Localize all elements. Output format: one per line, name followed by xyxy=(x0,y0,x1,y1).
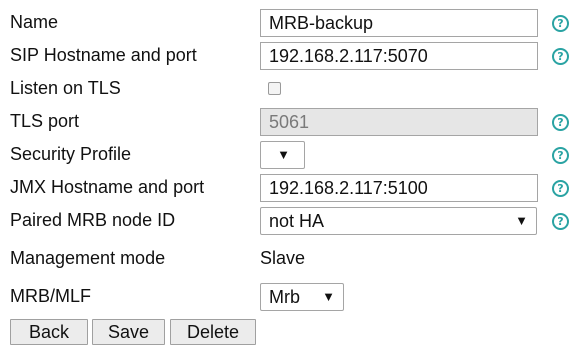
paired-node-row: Paired MRB node ID not HA ▼ ? xyxy=(0,204,569,237)
management-mode-label: Management mode xyxy=(10,248,166,268)
help-icon[interactable]: ? xyxy=(552,147,569,164)
security-profile-select[interactable]: ▼ xyxy=(260,141,305,169)
jmx-label: JMX Hostname and port xyxy=(10,177,205,197)
tls-listen-checkbox[interactable] xyxy=(268,82,281,95)
tls-listen-label: Listen on TLS xyxy=(10,78,121,98)
name-input[interactable]: MRB-backup xyxy=(260,9,538,37)
chevron-down-icon: ▼ xyxy=(322,289,335,304)
back-button[interactable]: Back xyxy=(10,319,88,345)
mrb-mlf-label: MRB/MLF xyxy=(10,286,91,306)
chevron-down-icon: ▼ xyxy=(277,147,290,162)
paired-node-label: Paired MRB node ID xyxy=(10,210,176,230)
name-row: Name MRB-backup ? xyxy=(0,6,569,39)
mrb-mlf-value: Mrb xyxy=(269,287,300,307)
help-icon[interactable]: ? xyxy=(552,15,569,32)
sip-hostname-input[interactable]: 192.168.2.117:5070 xyxy=(260,42,538,70)
help-icon[interactable]: ? xyxy=(552,48,569,65)
paired-node-value: not HA xyxy=(269,211,325,231)
mrb-mlf-row: MRB/MLF Mrb ▼ xyxy=(0,280,569,313)
help-icon[interactable]: ? xyxy=(552,114,569,131)
tls-port-row: TLS port 5061 ? xyxy=(0,105,569,138)
delete-button[interactable]: Delete xyxy=(170,319,256,345)
security-profile-label: Security Profile xyxy=(10,144,132,164)
jmx-row: JMX Hostname and port 192.168.2.117:5100… xyxy=(0,171,569,204)
security-profile-row: Security Profile ▼ ? xyxy=(0,138,569,171)
management-mode-row: Management mode Slave xyxy=(0,246,569,270)
tls-port-input: 5061 xyxy=(260,108,538,136)
help-icon[interactable]: ? xyxy=(552,180,569,197)
name-label: Name xyxy=(10,12,59,32)
help-icon[interactable]: ? xyxy=(552,213,569,230)
tls-listen-row: Listen on TLS xyxy=(0,72,569,105)
management-mode-value: Slave xyxy=(260,248,306,268)
sip-label: SIP Hostname and port xyxy=(10,45,197,65)
jmx-hostname-input[interactable]: 192.168.2.117:5100 xyxy=(260,174,538,202)
mrb-mlf-select[interactable]: Mrb ▼ xyxy=(260,283,344,311)
sip-row: SIP Hostname and port 192.168.2.117:5070… xyxy=(0,39,569,72)
chevron-down-icon: ▼ xyxy=(515,213,528,228)
paired-node-select[interactable]: not HA ▼ xyxy=(260,207,537,235)
save-button[interactable]: Save xyxy=(92,319,165,345)
tls-port-label: TLS port xyxy=(10,111,80,131)
